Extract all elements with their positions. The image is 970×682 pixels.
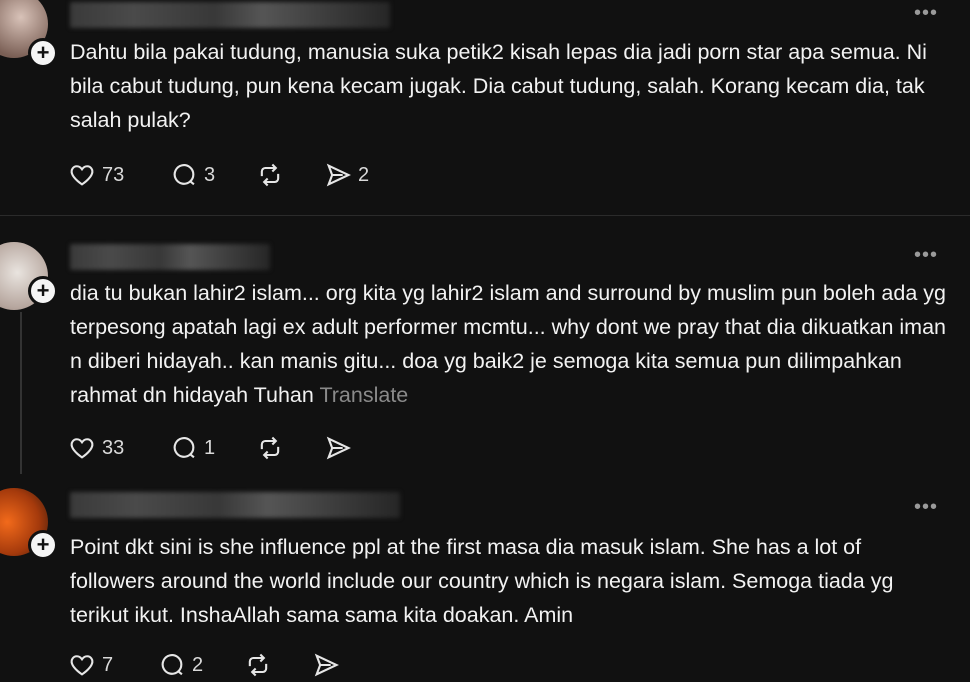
username-redacted — [70, 2, 390, 28]
follow-plus-icon[interactable]: + — [28, 530, 58, 560]
repost-icon — [260, 436, 280, 460]
share-button[interactable] — [312, 648, 340, 682]
more-icon[interactable]: ••• — [914, 244, 938, 267]
follow-plus-icon[interactable]: + — [28, 38, 58, 68]
more-icon[interactable]: ••• — [914, 2, 938, 25]
post-text: Dahtu bila pakai tudung, manusia suka pe… — [70, 40, 927, 132]
reply-count: 1 — [204, 436, 216, 459]
share-button[interactable]: 2 — [324, 158, 369, 192]
post-text: Point dkt sini is she influence ppl at t… — [70, 535, 894, 627]
username-redacted — [70, 244, 270, 270]
share-count: 2 — [358, 163, 370, 186]
repost-icon — [260, 163, 280, 187]
comment-icon — [173, 437, 195, 459]
post-1: + ••• Dahtu bila pakai tudung, manusia s… — [0, 0, 970, 215]
heart-icon — [70, 165, 94, 186]
share-icon — [314, 653, 339, 677]
heart-icon — [70, 438, 94, 459]
repost-button[interactable] — [256, 158, 284, 192]
reply-count: 3 — [204, 163, 216, 186]
comment-icon — [161, 654, 183, 676]
more-icon[interactable]: ••• — [914, 496, 938, 519]
like-count: 33 — [102, 436, 125, 459]
repost-button[interactable] — [244, 648, 272, 682]
share-icon — [326, 163, 351, 187]
comment-icon — [173, 164, 195, 186]
heart-icon — [70, 655, 94, 676]
reply-button[interactable]: 2 — [158, 648, 203, 682]
like-button[interactable]: 33 — [68, 431, 124, 465]
post-2: + ••• dia tu bukan lahir2 islam... org k… — [0, 216, 970, 490]
reply-button[interactable]: 3 — [170, 158, 215, 192]
like-button[interactable]: 7 — [68, 648, 113, 682]
share-button[interactable] — [324, 431, 352, 465]
reply-button[interactable]: 1 — [170, 431, 215, 465]
post-text: dia tu bukan lahir2 islam... org kita yg… — [70, 276, 950, 412]
post-3: + ••• Point dkt sini is she influence pp… — [0, 488, 970, 678]
repost-icon — [248, 653, 268, 677]
thread-line — [20, 312, 22, 474]
reply-count: 2 — [192, 653, 204, 676]
follow-plus-icon[interactable]: + — [28, 276, 58, 306]
share-icon — [326, 436, 351, 460]
translate-link[interactable]: Translate — [319, 383, 408, 407]
username-redacted — [70, 492, 400, 518]
like-button[interactable]: 73 — [68, 158, 124, 192]
repost-button[interactable] — [256, 431, 284, 465]
like-count: 7 — [102, 653, 114, 676]
post-text-content: dia tu bukan lahir2 islam... org kita yg… — [70, 281, 946, 407]
like-count: 73 — [102, 163, 125, 186]
